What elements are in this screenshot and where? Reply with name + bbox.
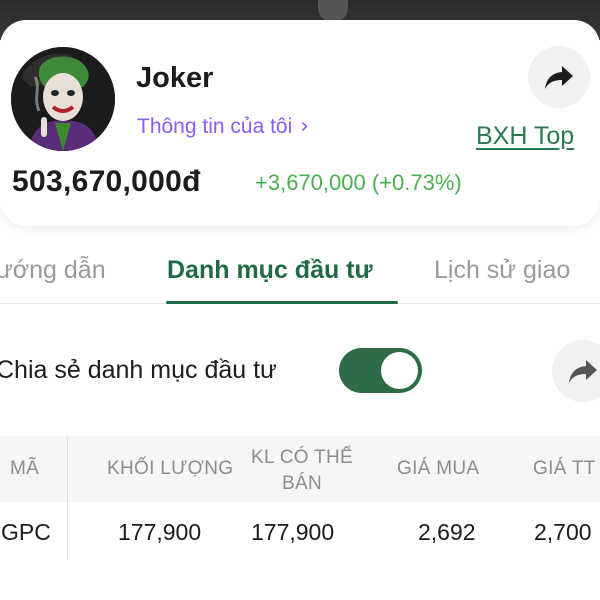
share-arrow-icon xyxy=(545,66,573,89)
leaderboard-link[interactable]: BXH Top xyxy=(476,122,574,151)
tab-trade-history[interactable]: Lịch sử giao xyxy=(434,256,570,285)
chevron-right-icon: › xyxy=(300,114,310,139)
share-arrow-icon xyxy=(569,360,597,383)
portfolio-balance: 503,670,000đ xyxy=(12,165,201,198)
cell-market-price: 2,700 xyxy=(534,519,592,545)
user-name: Joker xyxy=(136,62,214,94)
my-info-link[interactable]: Thông tin của tôi › xyxy=(137,114,309,139)
share-profile-button[interactable] xyxy=(528,46,590,108)
tab-bar: ướng dẫn Danh mục đầu tư Lịch sử giao xyxy=(0,240,600,304)
column-header-symbol[interactable]: MÃ xyxy=(10,458,39,480)
cell-buy-price: 2,692 xyxy=(418,519,476,545)
column-header-sellable-line2: BÁN xyxy=(282,473,322,494)
cell-volume: 177,900 xyxy=(118,519,202,545)
portfolio-change: +3,670,000 (+0.73%) xyxy=(255,170,462,195)
my-info-label: Thông tin của tôi xyxy=(137,114,293,138)
column-header-market-price[interactable]: GIÁ TT xyxy=(533,458,596,480)
share-portfolio-button[interactable] xyxy=(552,340,600,402)
column-header-volume[interactable]: KHỐI LƯỢNG xyxy=(107,458,233,480)
column-header-sellable[interactable]: KL CÓ THỂ BÁN xyxy=(248,445,356,497)
share-portfolio-toggle[interactable] xyxy=(339,348,422,393)
avatar[interactable] xyxy=(11,47,115,151)
toggle-knob xyxy=(381,352,418,389)
profile-card: Joker Thông tin của tôi › BXH Top 503,67… xyxy=(0,20,600,226)
active-tab-indicator xyxy=(166,301,398,304)
column-divider xyxy=(67,436,68,560)
cell-symbol: GPC xyxy=(1,519,51,545)
tab-guide[interactable]: ướng dẫn xyxy=(0,256,106,285)
background-decoration xyxy=(318,0,348,22)
share-portfolio-label: Chia sẻ danh mục đầu tư xyxy=(0,356,277,384)
column-header-buy-price[interactable]: GIÁ MUA xyxy=(397,458,479,480)
column-header-sellable-line1: KL CÓ THỂ xyxy=(251,447,353,468)
tab-portfolio[interactable]: Danh mục đầu tư xyxy=(167,256,373,285)
cell-sellable: 177,900 xyxy=(251,519,335,545)
